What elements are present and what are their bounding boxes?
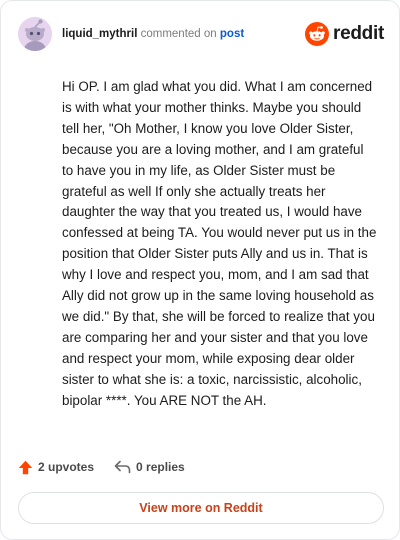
comment-actions: 2 upvotes 0 replies <box>18 457 185 477</box>
comment-meta: liquid_mythril commented on post <box>62 27 244 41</box>
upvote-button[interactable]: 2 upvotes <box>18 460 94 475</box>
upvote-arrow-icon <box>18 460 33 474</box>
comment-embed-card: liquid_mythril commented on post reddit … <box>0 0 400 540</box>
upvote-count: 2 upvotes <box>38 460 95 474</box>
comment-header: liquid_mythril commented on post reddit <box>18 17 384 51</box>
author-username[interactable]: liquid_mythril <box>62 28 137 40</box>
snoo-avatar-icon <box>18 17 52 51</box>
reply-button[interactable]: 0 replies <box>114 460 185 474</box>
comment-body: Hi OP. I am glad what you did. What I am… <box>62 79 377 408</box>
reply-count: 0 replies <box>136 460 185 474</box>
reddit-logo[interactable]: reddit <box>305 21 384 47</box>
user-avatar[interactable] <box>18 17 52 51</box>
view-more-on-reddit-button[interactable]: View more on Reddit <box>18 492 384 524</box>
reddit-wordmark: reddit <box>333 23 384 44</box>
reply-arrow-icon <box>114 460 131 474</box>
commented-on-label: commented on <box>140 28 217 40</box>
reddit-logo-icon <box>305 22 330 46</box>
post-link[interactable]: post <box>220 28 244 40</box>
